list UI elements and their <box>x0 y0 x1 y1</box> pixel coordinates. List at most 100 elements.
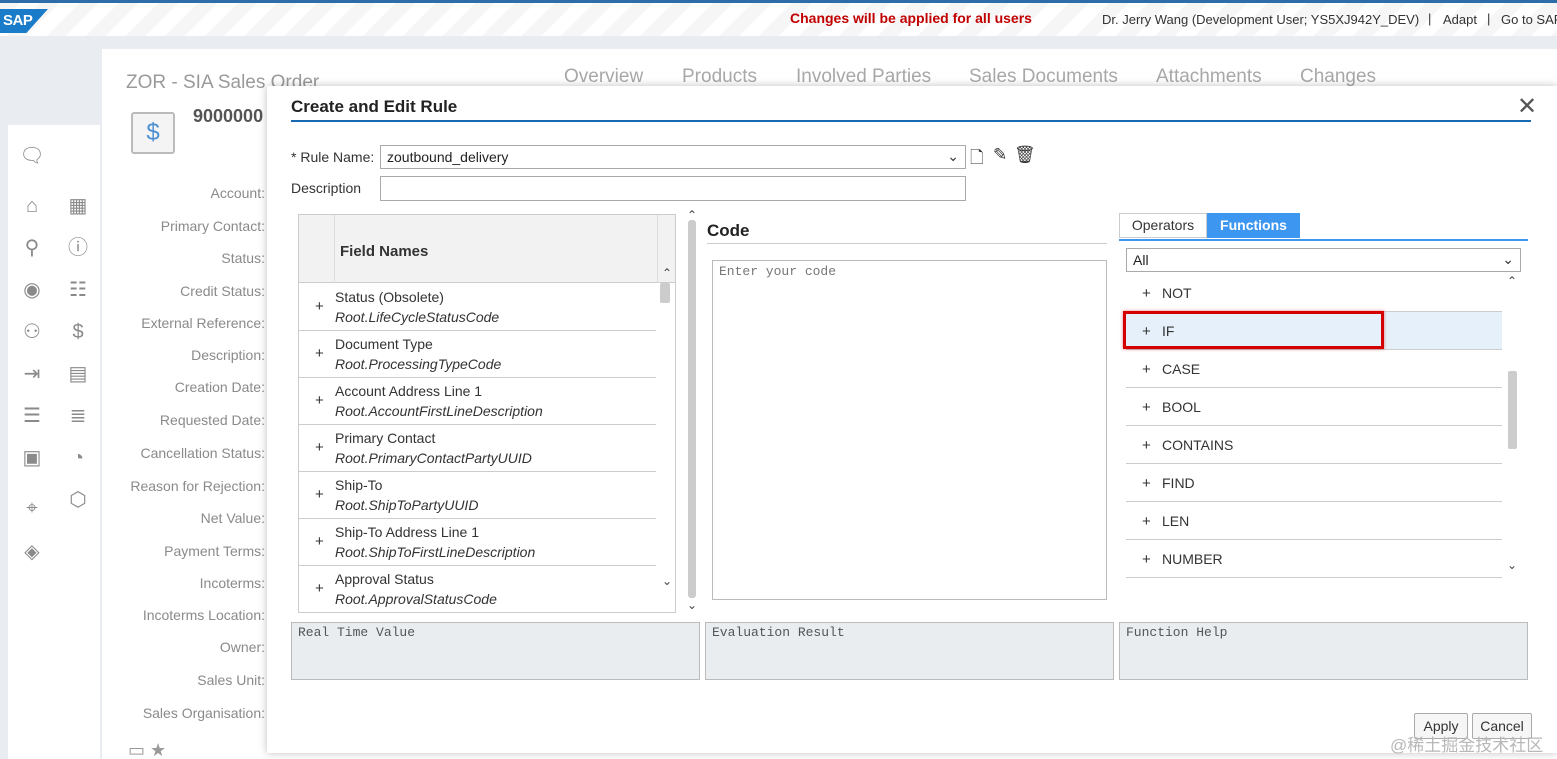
document-id: 9000000 <box>193 106 264 126</box>
tab-functions[interactable]: Functions <box>1207 213 1300 238</box>
add-icon[interactable]: + <box>1142 475 1151 492</box>
add-icon[interactable]: + <box>315 392 324 409</box>
function-item-find[interactable]: + FIND <box>1126 464 1502 502</box>
map-icon[interactable]: ⌖ <box>19 495 45 521</box>
calendar-icon[interactable]: ▦ <box>65 193 91 219</box>
label-sales-unit: Sales Unit: <box>197 672 265 688</box>
function-item-case[interactable]: + CASE <box>1126 350 1502 388</box>
user-info[interactable]: Dr. Jerry Wang (Development User; YS5XJ9… <box>1102 12 1419 27</box>
contacts-icon[interactable]: ☷ <box>65 277 91 303</box>
splitter-bar[interactable] <box>688 220 696 598</box>
field-path: Root.LifeCycleStatusCode <box>335 309 500 325</box>
add-icon[interactable]: + <box>1142 437 1151 454</box>
function-list-scrollbar[interactable]: ⌃ ⌄ <box>1505 274 1525 578</box>
money-flow-icon[interactable]: ⇥ <box>19 361 45 387</box>
field-path: Root.ShipToPartyUUID <box>335 497 479 513</box>
rule-name-select[interactable]: zoutbound_delivery ⌄ <box>380 145 966 169</box>
add-icon[interactable]: + <box>315 345 324 362</box>
label-incoterms-location: Incoterms Location: <box>142 607 265 623</box>
description-label: Description <box>291 180 362 196</box>
function-category-value: All <box>1133 252 1149 268</box>
feed-icon[interactable]: 🗨 <box>19 143 45 169</box>
separator: | <box>1428 11 1432 26</box>
add-icon[interactable]: + <box>1142 513 1151 530</box>
tab-involved-parties[interactable]: Involved Parties <box>796 66 931 88</box>
search-icon[interactable]: ⚲ <box>19 235 45 261</box>
function-item-len[interactable]: + LEN <box>1126 502 1502 540</box>
function-name: BOOL <box>1162 399 1201 415</box>
add-icon[interactable]: + <box>1142 551 1151 568</box>
label-description: Description: <box>191 347 265 363</box>
star-icon[interactable]: ★ <box>150 740 166 759</box>
changes-notice: Changes will be applied for all users <box>790 10 1032 26</box>
new-rule-icon[interactable]: 🗋 <box>970 145 984 174</box>
add-icon[interactable]: + <box>315 439 324 456</box>
chevron-down-icon: ⌄ <box>1502 251 1514 267</box>
scroll-down-icon[interactable]: ⌄ <box>1507 558 1517 572</box>
customers-icon[interactable]: ⚇ <box>19 319 45 345</box>
tab-products[interactable]: Products <box>682 66 757 88</box>
quote-icon[interactable]: ☰ <box>19 403 45 429</box>
home-icon[interactable]: ⌂ <box>19 193 45 219</box>
tab-sales-documents[interactable]: Sales Documents <box>969 66 1118 88</box>
dialog-title: Create and Edit Rule <box>291 97 458 116</box>
label-account: Account: <box>210 185 265 201</box>
chart-icon[interactable]: ◔ <box>65 445 91 471</box>
add-icon[interactable]: + <box>315 533 324 550</box>
field-name: Status (Obsolete) <box>335 289 444 305</box>
edit-icon[interactable]: ✎ <box>993 145 1007 165</box>
alert-icon[interactable]: ⓘ <box>65 235 91 261</box>
function-name: CASE <box>1162 361 1201 377</box>
invoice-icon[interactable]: ▣ <box>19 445 45 471</box>
add-icon[interactable]: + <box>315 298 324 315</box>
label-payment-terms: Payment Terms: <box>164 543 265 559</box>
table-row[interactable]: + Ship-To Address Line 1 Root.ShipToFirstL… <box>299 519 656 566</box>
sales-icon[interactable]: $ <box>65 319 91 345</box>
package-icon[interactable]: ⬡ <box>65 487 91 513</box>
table-row[interactable]: + Primary Contact Root.PrimaryContactParty… <box>299 425 656 472</box>
box-icon[interactable]: ◈ <box>19 539 45 565</box>
fields-scrollbar-thumb[interactable] <box>660 283 670 303</box>
description-input[interactable] <box>380 176 966 201</box>
add-icon[interactable]: + <box>1142 285 1151 302</box>
scrollbar-thumb[interactable] <box>1508 371 1517 449</box>
field-path: Root.PrimaryContactPartyUUID <box>335 450 532 466</box>
table-row[interactable]: + Document Type Root.ProcessingTypeCode <box>299 331 656 378</box>
code-editor[interactable]: Enter your code <box>712 260 1107 600</box>
function-item-not[interactable]: + NOT <box>1126 274 1502 312</box>
function-item-contains[interactable]: + CONTAINS <box>1126 426 1502 464</box>
function-item-bool[interactable]: + BOOL <box>1126 388 1502 426</box>
add-icon[interactable]: + <box>315 580 324 597</box>
field-names-table: Field Names + Status (Obsolete) Root.LifeC… <box>298 214 676 613</box>
function-category-select[interactable]: All ⌄ <box>1126 248 1521 272</box>
function-item-number[interactable]: + NUMBER <box>1126 540 1502 578</box>
evaluation-result-panel: Evaluation Result <box>705 622 1114 680</box>
scroll-up-icon[interactable]: ⌃ <box>662 266 672 280</box>
label-requested-date: Requested Date: <box>159 412 265 428</box>
add-icon[interactable]: + <box>315 486 324 503</box>
add-icon[interactable]: + <box>1142 399 1151 416</box>
scroll-up-icon[interactable]: ⌃ <box>1507 274 1517 288</box>
delete-icon[interactable]: 🗑 <box>1014 145 1036 165</box>
go-to-sap-link[interactable]: Go to SAP <box>1501 12 1557 27</box>
add-icon[interactable]: + <box>1142 361 1151 378</box>
field-name: Approval Status <box>335 571 434 587</box>
person-icon[interactable]: ◉ <box>19 277 45 303</box>
table-row[interactable]: + Approval Status Root.ApprovalStatusCode <box>299 566 656 612</box>
splitter-down-icon[interactable]: ⌄ <box>687 598 697 612</box>
notes-icon[interactable]: ▤ <box>65 361 91 387</box>
list-icon[interactable]: ≣ <box>65 403 91 429</box>
tab-overview[interactable]: Overview <box>564 66 643 88</box>
table-row[interactable]: + Status (Obsolete) Root.LifeCycleStatusCo… <box>299 284 656 331</box>
close-icon[interactable]: ✕ <box>1517 92 1537 121</box>
label-primary-contact: Primary Contact: <box>160 218 265 234</box>
tab-operators[interactable]: Operators <box>1119 213 1207 238</box>
tab-changes[interactable]: Changes <box>1300 66 1376 88</box>
field-path: Root.ProcessingTypeCode <box>335 356 502 372</box>
adapt-link[interactable]: Adapt <box>1443 12 1477 27</box>
comment-icon[interactable]: ▭ <box>128 740 145 759</box>
table-row[interactable]: + Ship-To Root.ShipToPartyUUID <box>299 472 656 519</box>
tab-attachments[interactable]: Attachments <box>1156 66 1262 88</box>
scroll-down-icon[interactable]: ⌄ <box>662 574 672 588</box>
table-row[interactable]: + Account Address Line 1 Root.AccountFirst… <box>299 378 656 425</box>
